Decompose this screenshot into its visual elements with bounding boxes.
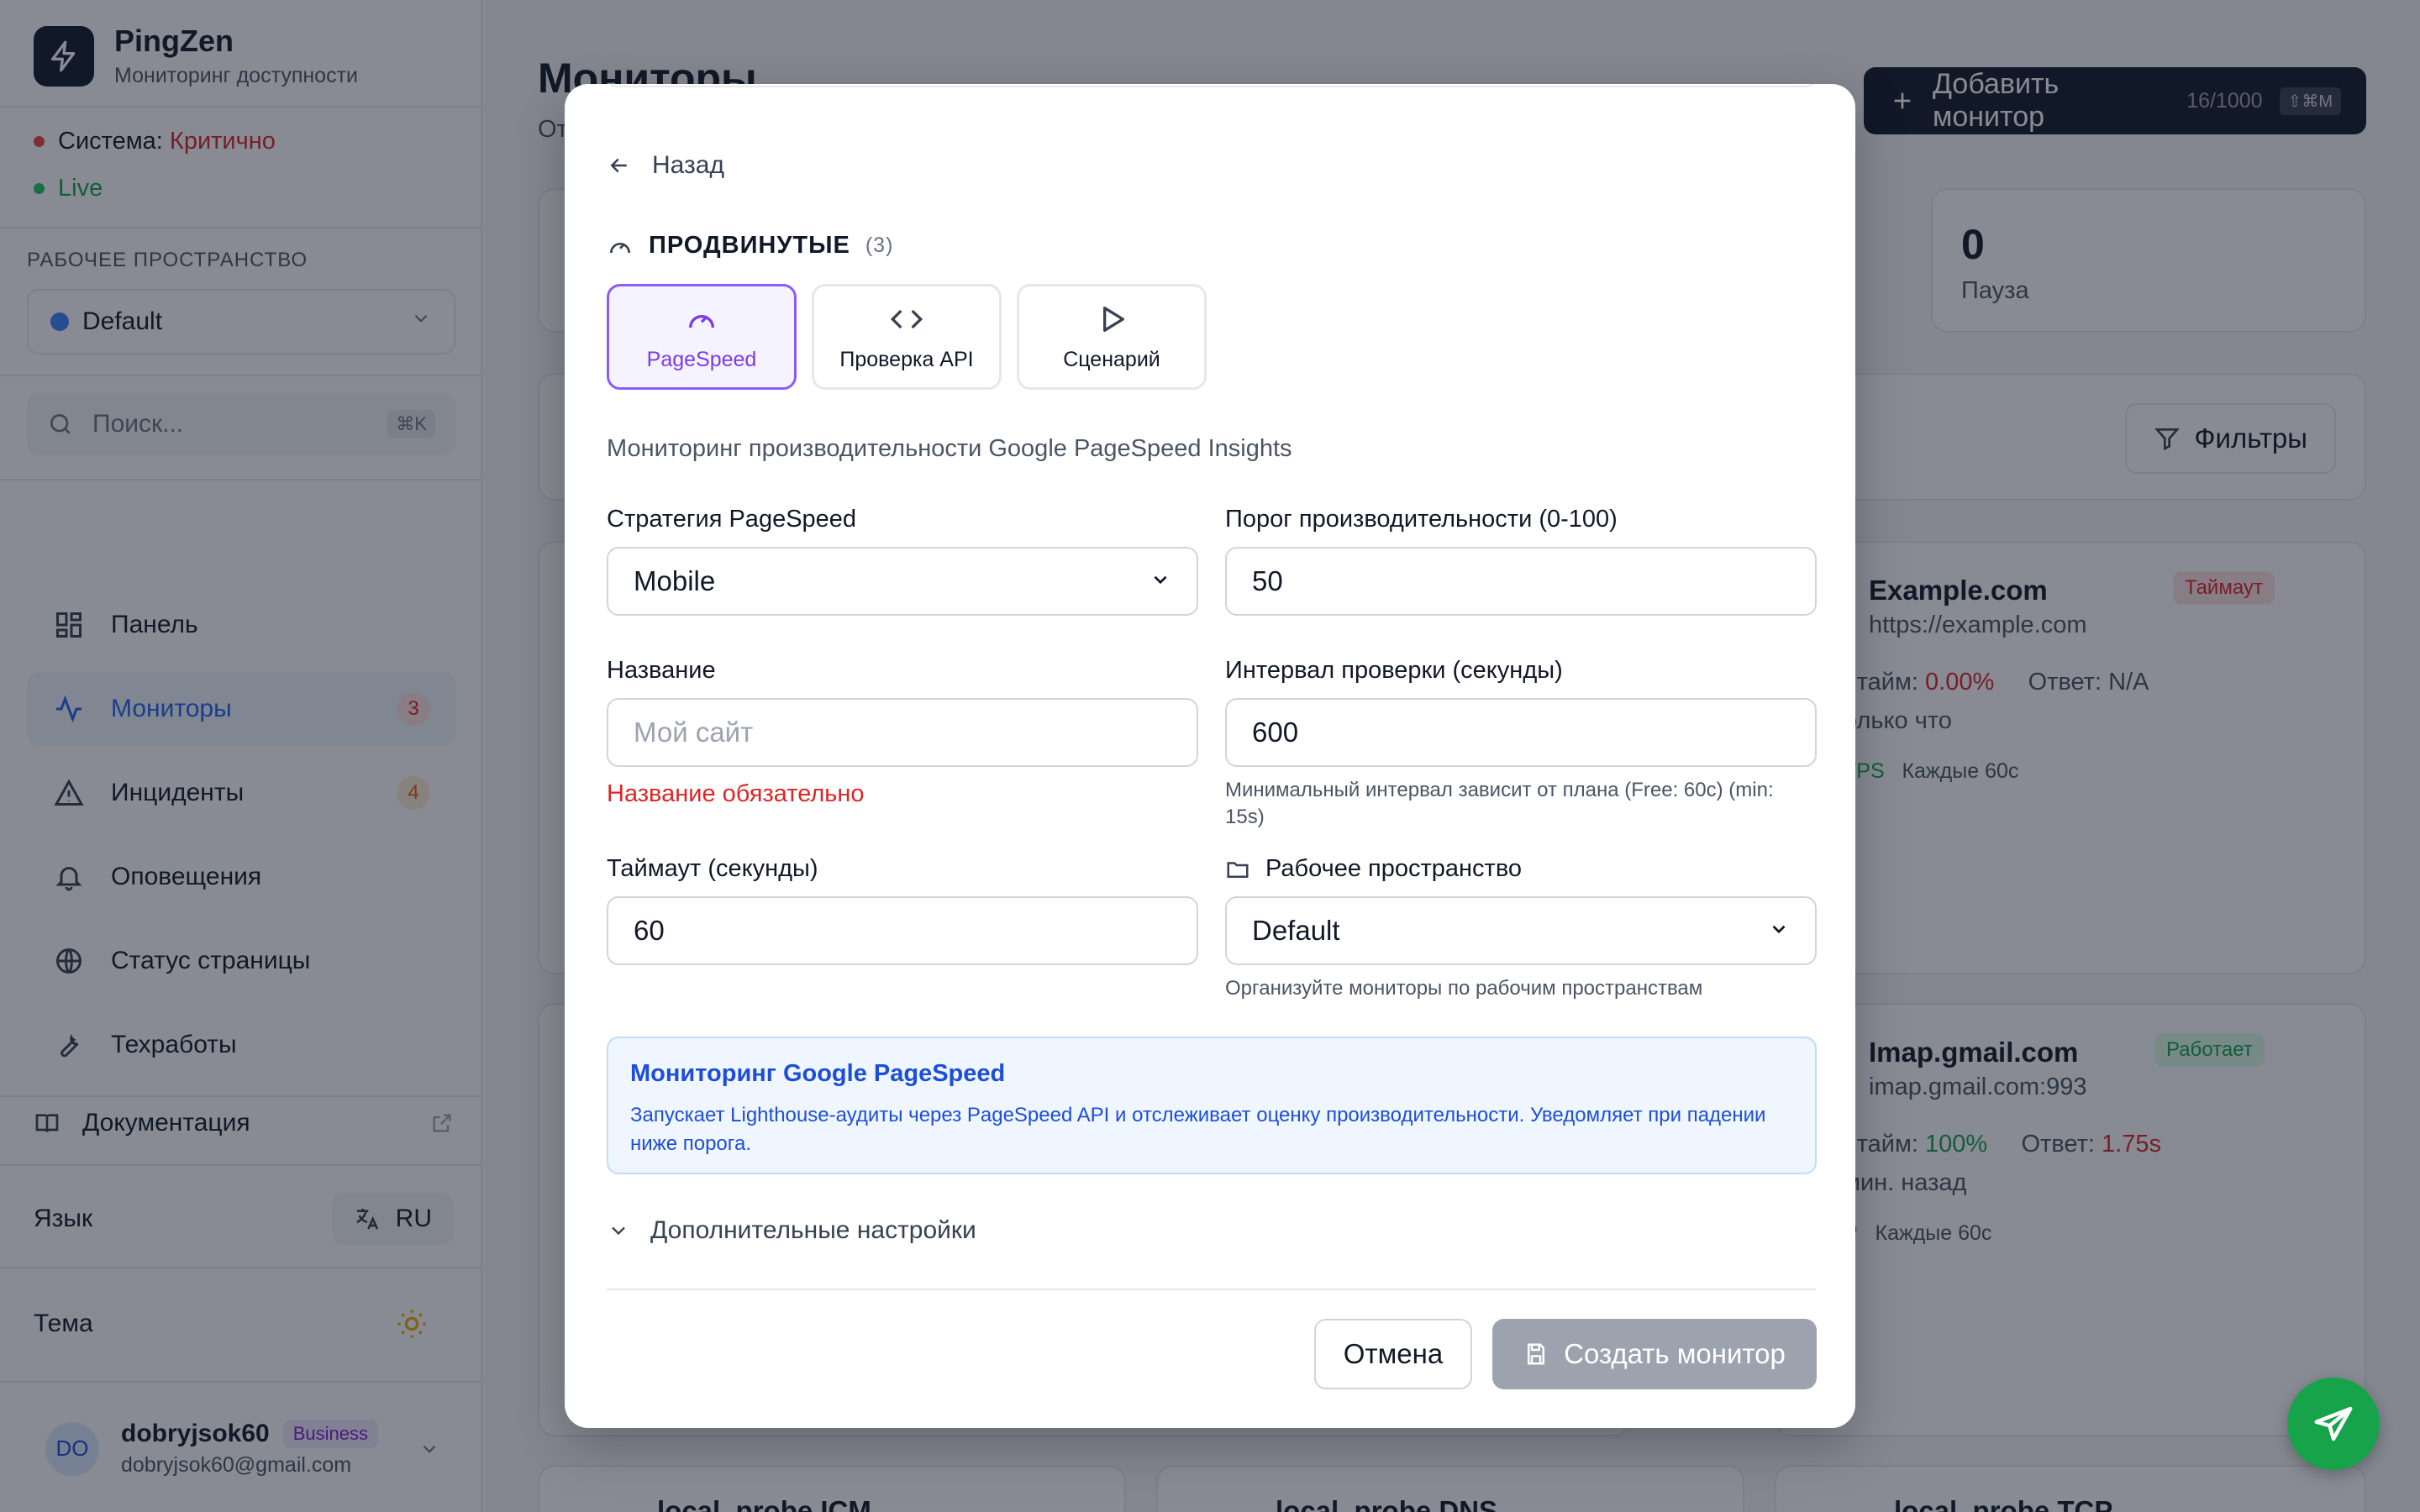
select-value: Mobile: [634, 565, 716, 596]
create-monitor-button[interactable]: Создать монитор: [1492, 1319, 1817, 1389]
section-title: ПРОДВИНУТЫЕ: [649, 232, 850, 259]
info-title: Мониторинг Google PageSpeed: [630, 1060, 1006, 1087]
field-label: Название: [607, 657, 716, 684]
workspace-dialog-select[interactable]: Default: [1225, 896, 1817, 965]
save-icon: [1523, 1341, 1549, 1367]
timeout-field: Таймаут (секунды) 60: [607, 855, 1198, 965]
workspace-field: Рабочее пространство Default Организуйте…: [1225, 855, 1817, 1002]
field-label: Интервал проверки (секунды): [1225, 657, 1563, 684]
arrow-left-icon: [607, 153, 632, 178]
info-text: Запускает Lighthouse-аудиты через PageSp…: [630, 1104, 1766, 1155]
monitor-type-tiles: PageSpeed Проверка API Сценарий: [607, 284, 1207, 390]
threshold-input[interactable]: 50: [1225, 547, 1817, 616]
section-count: (3): [865, 234, 894, 257]
tile-api-check[interactable]: Проверка API: [812, 284, 1002, 390]
footer-divider: [607, 1289, 1817, 1290]
advanced-label: Дополнительные настройки: [650, 1216, 976, 1244]
name-input[interactable]: Мой сайт: [607, 698, 1198, 767]
timeout-input[interactable]: 60: [607, 896, 1198, 965]
interval-input[interactable]: 600: [1225, 698, 1817, 767]
create-label: Создать монитор: [1564, 1338, 1786, 1369]
interval-field: Интервал проверки (секунды) 600 Минималь…: [1225, 657, 1817, 831]
field-label: Порог производительности (0-100): [1225, 506, 1618, 533]
gauge-icon: [685, 302, 718, 336]
cancel-button[interactable]: Отмена: [1314, 1319, 1472, 1389]
create-monitor-dialog: Назад ПРОДВИНУТЫЕ (3) PageSpeed Проверка…: [565, 84, 1855, 1428]
scrolled-content-edge: [607, 84, 1817, 87]
chevron-down-icon: [607, 1219, 630, 1242]
interval-hint: Минимальный интервал зависит от плана (F…: [1225, 779, 1774, 828]
name-field: Название Мой сайт Название обязательно: [607, 657, 1198, 808]
advanced-settings-toggle[interactable]: Дополнительные настройки: [607, 1216, 976, 1245]
select-value: Default: [1252, 915, 1340, 946]
strategy-select[interactable]: Mobile: [607, 547, 1198, 616]
send-icon: [2311, 1401, 2356, 1446]
field-label: Рабочее пространство: [1225, 855, 1817, 883]
tile-label: Проверка API: [839, 347, 974, 371]
pagespeed-info-box: Мониторинг Google PageSpeed Запускает Li…: [607, 1037, 1817, 1174]
folder-icon: [1225, 857, 1250, 882]
field-label: Стратегия PageSpeed: [607, 506, 857, 533]
chevron-down-icon: [1150, 565, 1171, 597]
telegram-chat-button[interactable]: [2287, 1378, 2380, 1470]
strategy-field: Стратегия PageSpeed Mobile: [607, 506, 1198, 616]
tile-pagespeed[interactable]: PageSpeed: [607, 284, 797, 390]
tile-label: Сценарий: [1063, 347, 1160, 371]
gauge-icon: [607, 233, 634, 260]
back-button[interactable]: Назад: [607, 151, 724, 180]
monitor-type-description: Мониторинг производительности Google Pag…: [607, 435, 1292, 462]
play-icon: [1095, 302, 1128, 336]
name-error: Название обязательно: [607, 780, 865, 807]
field-label: Таймаут (секунды): [607, 855, 818, 882]
back-label: Назад: [652, 151, 724, 179]
workspace-hint: Организуйте мониторы по рабочим простран…: [1225, 977, 1703, 1000]
tile-label: PageSpeed: [646, 347, 757, 371]
tile-scenario[interactable]: Сценарий: [1017, 284, 1207, 390]
section-header: ПРОДВИНУТЫЕ (3): [607, 232, 893, 260]
chevron-down-icon: [1768, 915, 1790, 947]
threshold-field: Порог производительности (0-100) 50: [1225, 506, 1817, 616]
code-icon: [890, 302, 923, 336]
